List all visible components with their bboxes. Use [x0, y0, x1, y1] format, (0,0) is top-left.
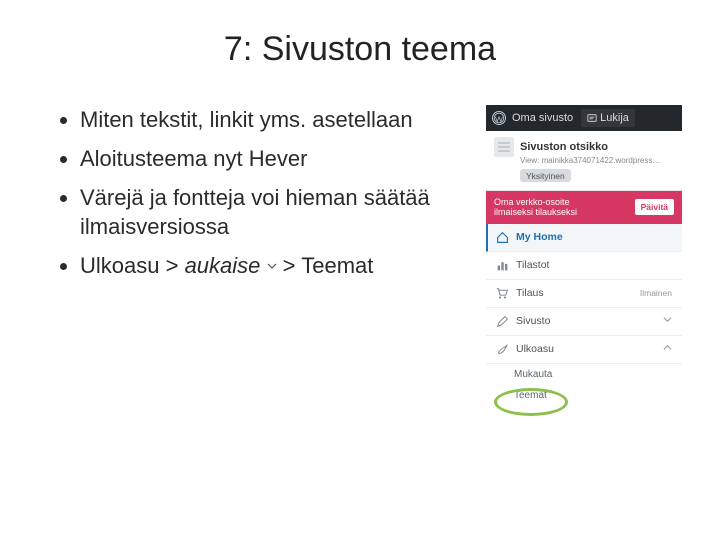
nav-item-home[interactable]: My Home — [486, 224, 682, 252]
site-thumbnail-icon — [494, 137, 514, 157]
bullet-item: Ulkoasu > aukaise > Teemat — [80, 251, 474, 280]
brush-icon — [496, 343, 509, 356]
bullet-item: Värejä ja fontteja voi hieman säätää ilm… — [80, 183, 474, 241]
chevron-up-icon — [663, 343, 672, 355]
slide-body: Miten tekstit, linkit yms. asetellaan Al… — [0, 69, 720, 406]
nav-item-plan[interactable]: Tilaus Ilmainen — [486, 280, 682, 308]
nav-sub-customize[interactable]: Mukauta — [486, 364, 682, 385]
bullet-text-italic: aukaise — [185, 253, 261, 278]
slide-title: 7: Sivuston teema — [0, 0, 720, 69]
nav-item-stats[interactable]: Tilastot — [486, 252, 682, 280]
site-url: View: mainikka374071422.wordpress… — [520, 156, 674, 165]
chevron-down-icon — [267, 249, 277, 278]
privacy-badge: Yksityinen — [520, 169, 571, 182]
bullet-text-part: > Teemat — [283, 253, 374, 278]
home-icon — [496, 231, 509, 244]
wp-topbar: Oma sivusto Lukija — [486, 105, 682, 131]
nav-sub-label: Teemat — [514, 390, 547, 401]
nav-label: Tilaus — [516, 287, 544, 299]
reader-icon — [587, 113, 597, 123]
pencil-icon — [496, 315, 509, 328]
nav-sub-themes[interactable]: Teemat — [486, 385, 682, 406]
upgrade-button[interactable]: Päivitä — [635, 199, 674, 215]
stats-icon — [496, 259, 509, 272]
nav-item-appearance[interactable]: Ulkoasu — [486, 336, 682, 364]
nav-label: Tilastot — [516, 259, 549, 271]
bullet-list: Miten tekstit, linkit yms. asetellaan Al… — [58, 105, 474, 406]
nav-label: My Home — [516, 231, 563, 243]
topbar-my-site[interactable]: Oma sivusto — [512, 112, 573, 124]
nav-label: Sivusto — [516, 315, 550, 327]
banner-line: Oma verkko-osoite — [494, 197, 577, 207]
banner-line: ilmaiseksi tilaukseksi — [494, 207, 577, 217]
site-title: Sivuston otsikko — [520, 141, 608, 153]
chevron-down-icon — [663, 315, 672, 327]
topbar-reader[interactable]: Lukija — [581, 109, 635, 127]
bullet-item: Miten tekstit, linkit yms. asetellaan — [80, 105, 474, 134]
upgrade-banner: Oma verkko-osoite ilmaiseksi tilaukseksi… — [486, 191, 682, 224]
nav-meta-plan: Ilmainen — [640, 288, 672, 298]
bullet-item: Aloitusteema nyt Hever — [80, 144, 474, 173]
nav-item-site[interactable]: Sivusto — [486, 308, 682, 336]
wp-site-card: Sivuston otsikko View: mainikka374071422… — [486, 131, 682, 191]
cart-icon — [496, 287, 509, 300]
nav-label: Ulkoasu — [516, 343, 554, 355]
wordpress-logo-icon — [492, 111, 506, 125]
wordpress-sidebar-screenshot: Oma sivusto Lukija Sivuston otsikko View… — [486, 105, 682, 406]
bullet-text-part: Ulkoasu > — [80, 253, 185, 278]
topbar-reader-label: Lukija — [600, 112, 629, 124]
wp-nav: My Home Tilastot Tilaus Ilmainen Sivust — [486, 224, 682, 406]
